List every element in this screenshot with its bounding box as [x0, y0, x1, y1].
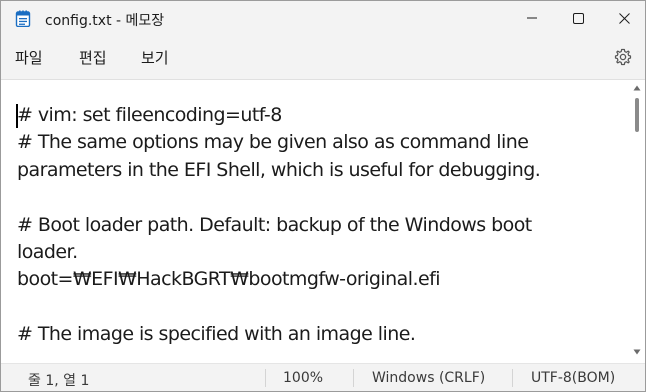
text-line	[17, 294, 623, 321]
menu-edit[interactable]: 편집	[79, 47, 107, 68]
scroll-up-arrow-icon[interactable]	[633, 84, 641, 92]
title-bar[interactable]: config.txt - 메모장	[1, 1, 645, 35]
text-line: # The image is specified with an image l…	[17, 323, 416, 346]
cursor-position: 줄 1, 열 1	[28, 373, 90, 389]
notepad-window: config.txt - 메모장 파일 편집 보기 # vim: set fil…	[0, 0, 646, 392]
maximize-button[interactable]	[555, 1, 601, 35]
text-line: # vim: set fileencoding=utf-8	[17, 104, 282, 126]
status-divider	[353, 369, 354, 387]
menu-file[interactable]: 파일	[15, 47, 43, 68]
status-divider	[512, 369, 513, 387]
text-line: # Boot loader path. Default: backup of t…	[17, 213, 532, 236]
close-icon	[618, 12, 630, 24]
vertical-scrollbar[interactable]	[631, 80, 643, 364]
menu-view[interactable]: 보기	[141, 47, 169, 68]
zoom-level: 100%	[283, 370, 324, 386]
maximize-icon	[572, 12, 584, 24]
notepad-icon	[15, 10, 31, 27]
text-editor[interactable]: # vim: set fileencoding=utf-8 # The same…	[1, 79, 645, 363]
text-line: boot=₩EFI₩HackBGRT₩bootmgfw-original.efi	[17, 268, 441, 291]
gear-icon[interactable]	[613, 47, 633, 67]
minimize-button[interactable]	[509, 1, 555, 35]
window-title: config.txt - 메모장	[45, 13, 165, 29]
text-line: parameters in the EFI Shell, which is us…	[17, 158, 541, 181]
status-divider	[265, 369, 266, 387]
text-content[interactable]: # vim: set fileencoding=utf-8 # The same…	[17, 102, 623, 364]
menu-bar: 파일 편집 보기	[1, 35, 645, 79]
close-button[interactable]	[601, 1, 645, 35]
minimize-icon	[527, 17, 537, 19]
text-line	[17, 184, 623, 211]
encoding: UTF-8(BOM)	[531, 370, 616, 386]
scroll-down-arrow-icon[interactable]	[633, 348, 641, 356]
scrollbar-thumb[interactable]	[635, 98, 639, 132]
text-line: # The same options may be given also as …	[17, 131, 529, 154]
text-line: loader.	[17, 240, 78, 263]
status-bar: 줄 1, 열 1 100% Windows (CRLF) UTF-8(BOM)	[1, 363, 645, 391]
line-ending: Windows (CRLF)	[372, 370, 486, 386]
